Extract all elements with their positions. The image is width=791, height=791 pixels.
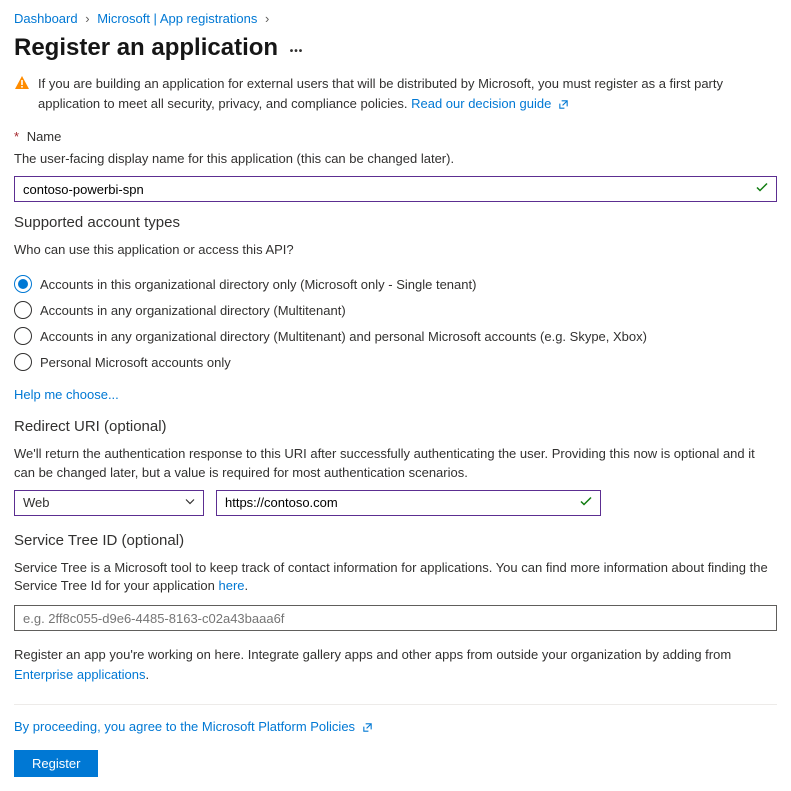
radio-single-tenant[interactable]: Accounts in this organizational director… bbox=[14, 271, 777, 297]
required-indicator: * bbox=[14, 129, 19, 144]
account-types-title: Supported account types bbox=[14, 208, 777, 237]
radio-multitenant-personal[interactable]: Accounts in any organizational directory… bbox=[14, 323, 777, 349]
platform-select[interactable]: Web bbox=[14, 490, 204, 516]
footer-note: Register an app you're working on here. … bbox=[14, 637, 777, 692]
decision-guide-link[interactable]: Read our decision guide bbox=[411, 96, 569, 111]
breadcrumb-app-registrations[interactable]: Microsoft | App registrations bbox=[97, 11, 257, 26]
radio-label: Personal Microsoft accounts only bbox=[40, 355, 231, 370]
warning-icon bbox=[14, 75, 30, 91]
external-link-icon bbox=[558, 99, 569, 110]
breadcrumb: Dashboard › Microsoft | App registration… bbox=[14, 8, 777, 32]
redirect-uri-hint: We'll return the authentication response… bbox=[14, 441, 777, 489]
account-types-radio-group: Accounts in this organizational director… bbox=[14, 267, 777, 383]
service-tree-hint: Service Tree is a Microsoft tool to keep… bbox=[14, 555, 777, 603]
enterprise-applications-link[interactable]: Enterprise applications bbox=[14, 667, 146, 682]
radio-label: Accounts in any organizational directory… bbox=[40, 303, 346, 318]
register-button[interactable]: Register bbox=[14, 750, 98, 777]
name-hint: The user-facing display name for this ap… bbox=[14, 146, 777, 176]
chevron-right-icon: › bbox=[261, 11, 273, 26]
warning-alert: If you are building an application for e… bbox=[14, 72, 777, 125]
radio-icon bbox=[14, 301, 32, 319]
divider bbox=[14, 704, 777, 705]
radio-icon bbox=[14, 275, 32, 293]
more-actions-button[interactable]: ••• bbox=[290, 46, 304, 57]
service-tree-here-link[interactable]: here bbox=[219, 578, 245, 593]
radio-icon bbox=[14, 353, 32, 371]
name-input[interactable] bbox=[14, 176, 777, 202]
breadcrumb-dashboard[interactable]: Dashboard bbox=[14, 11, 78, 26]
radio-label: Accounts in this organizational director… bbox=[40, 277, 476, 292]
chevron-right-icon: › bbox=[81, 11, 93, 26]
redirect-uri-title: Redirect URI (optional) bbox=[14, 412, 777, 441]
service-tree-title: Service Tree ID (optional) bbox=[14, 526, 777, 555]
account-types-question: Who can use this application or access t… bbox=[14, 237, 777, 267]
redirect-uri-input[interactable] bbox=[216, 490, 601, 516]
service-tree-input[interactable] bbox=[14, 605, 777, 631]
help-me-choose-link[interactable]: Help me choose... bbox=[14, 383, 777, 412]
radio-label: Accounts in any organizational directory… bbox=[40, 329, 647, 344]
radio-multitenant[interactable]: Accounts in any organizational directory… bbox=[14, 297, 777, 323]
page-title: Register an application bbox=[14, 32, 278, 72]
radio-icon bbox=[14, 327, 32, 345]
name-label: Name bbox=[27, 129, 62, 144]
platform-policies-link[interactable]: By proceeding, you agree to the Microsof… bbox=[14, 719, 373, 734]
warning-text: If you are building an application for e… bbox=[38, 76, 723, 111]
radio-personal-only[interactable]: Personal Microsoft accounts only bbox=[14, 349, 777, 375]
external-link-icon bbox=[362, 722, 373, 733]
